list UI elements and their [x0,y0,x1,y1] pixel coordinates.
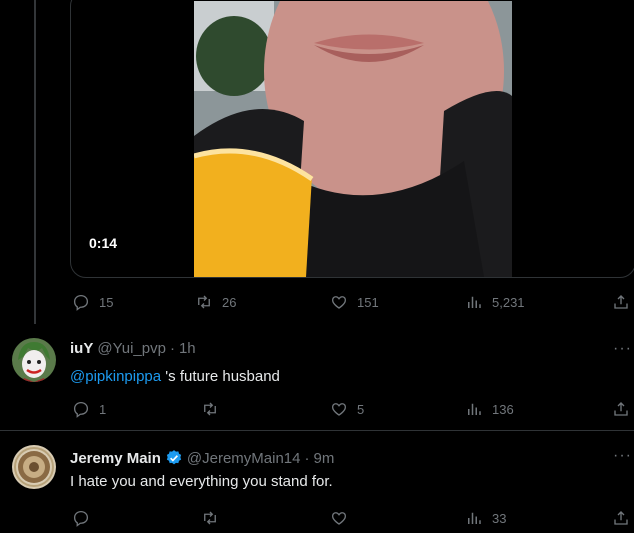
repost-button[interactable]: 26 [195,293,236,311]
reply-header: Jeremy Main @JeremyMain14 · 9m [70,449,334,467]
reply-icon [73,294,89,311]
repost-icon [198,295,210,309]
reply-icon [73,401,89,418]
share-button[interactable] [612,509,630,527]
repost-button[interactable] [201,509,219,527]
repost-count: 26 [222,294,237,310]
views-icon [468,296,481,308]
user-handle[interactable]: @Yui_pvp [97,340,166,357]
repost-icon [204,402,216,416]
like-count: 151 [357,294,379,310]
mention-link[interactable]: @pipkinpippa [70,368,161,385]
video-player[interactable]: 0:14 [70,0,634,278]
repost-button[interactable] [201,400,219,418]
like-button[interactable]: 5 [330,400,364,418]
user-handle[interactable]: @JeremyMain14 [187,450,301,467]
reply-text: I hate you and everything you stand for. [70,473,333,490]
reply-count: 1 [99,401,107,417]
timestamp[interactable]: 9m [314,450,335,467]
avatar[interactable] [12,445,56,489]
reply-icon [73,510,89,527]
like-button[interactable] [330,509,348,527]
timestamp[interactable]: 1h [179,340,196,357]
views-count: 136 [492,401,514,417]
avatar-image [12,445,56,489]
video-frame[interactable] [194,1,512,277]
views-count: 5,231 [492,294,525,310]
share-button[interactable] [612,293,630,311]
views-button[interactable]: 33 [465,509,506,527]
thread-line [34,0,36,324]
more-icon[interactable]: ··· [613,340,632,358]
like-button[interactable]: 151 [330,293,379,311]
views-icon [468,512,481,524]
like-icon [331,296,347,309]
video-thumbnail [194,1,512,277]
verified-icon [166,450,182,465]
main-post-actions: 15 26 151 5,231 [70,293,634,313]
reply-tweet[interactable]: iuY @Yui_pvp · 1h ··· @pipkinpippa 's fu… [0,324,634,430]
views-icon [468,403,481,415]
avatar[interactable] [12,338,56,382]
display-name[interactable]: Jeremy Main [70,450,161,467]
reply-button[interactable] [72,509,90,527]
like-icon [331,512,347,525]
repost-icon [204,511,216,525]
separator-dot: · [169,340,175,357]
share-icon [614,511,628,525]
reply-actions: 33 [70,509,634,529]
reply-button[interactable]: 15 [72,293,113,311]
share-icon [614,295,628,309]
reply-actions: 1 5 136 [70,400,634,420]
separator-dot: · [304,449,310,467]
video-duration: 0:14 [89,235,118,251]
views-count: 33 [492,510,507,526]
like-count: 5 [357,401,365,417]
reply-text-body: 's future husband [161,368,280,385]
display-name[interactable]: iuY [70,340,93,357]
share-icon [614,402,628,416]
views-button[interactable]: 5,231 [465,293,525,311]
like-icon [331,403,347,416]
reply-text: @pipkinpippa 's future husband [70,368,280,385]
views-button[interactable]: 136 [465,400,514,418]
reply-tweet[interactable]: Jeremy Main @JeremyMain14 · 9m ··· I hat… [0,431,634,533]
share-button[interactable] [612,400,630,418]
more-icon[interactable]: ··· [613,447,632,465]
reply-header: iuY @Yui_pvp · 1h [70,340,196,357]
reply-button[interactable]: 1 [72,400,106,418]
reply-count: 15 [99,294,114,310]
avatar-image [12,338,56,382]
